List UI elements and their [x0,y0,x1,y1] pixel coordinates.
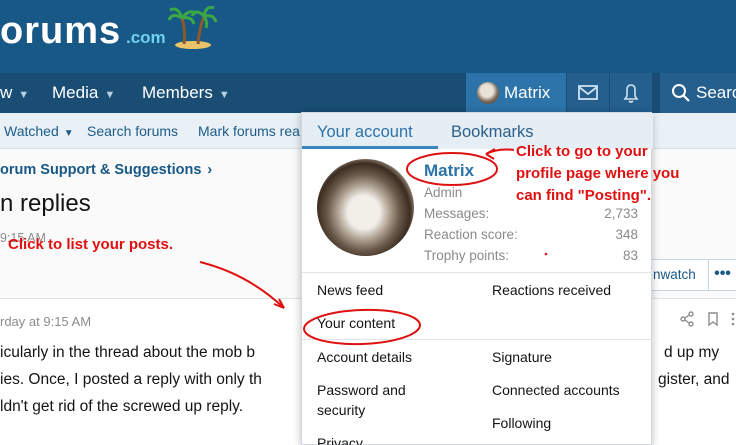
annotation-dot [544,252,548,256]
annotation-overlay [199,148,548,346]
annotation-circle-profile-name [406,152,498,186]
annotation-arrow-posts [199,261,285,309]
arrowhead-icon [485,148,496,160]
annotation-circle-your-content [303,308,421,346]
